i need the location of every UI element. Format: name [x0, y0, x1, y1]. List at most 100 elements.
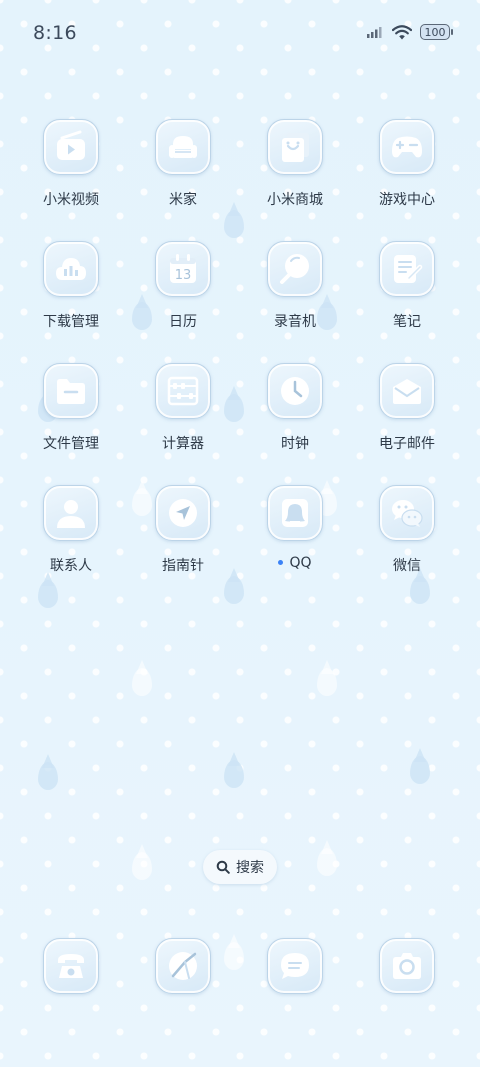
app-icon-tile[interactable] — [43, 119, 99, 175]
app-wechat[interactable]: 微信 — [351, 485, 463, 575]
app-notes[interactable]: 笔记 — [351, 241, 463, 331]
app-label: 游戏中心 — [379, 192, 435, 208]
app-file-manager[interactable]: 文件管理 — [15, 363, 127, 453]
app-label: 笔记 — [393, 314, 421, 330]
app-label: 电子邮件 — [379, 436, 435, 452]
app-label: 计算器 — [162, 436, 204, 452]
app-icon-tile[interactable] — [267, 363, 323, 419]
app-label: 时钟 — [281, 436, 309, 452]
status-time: 8:16 — [33, 22, 77, 44]
app-icon-tile[interactable] — [379, 241, 435, 297]
app-icon-tile[interactable] — [43, 485, 99, 541]
recorder-icon — [280, 254, 309, 284]
phone-icon — [58, 954, 84, 978]
app-label: 录音机 — [274, 314, 316, 330]
raindrop-decoration — [410, 576, 430, 604]
app-contacts[interactable]: 联系人 — [15, 485, 127, 575]
raindrop-decoration — [224, 576, 244, 604]
contact-icon — [57, 500, 85, 528]
app-label: 微信 — [393, 558, 421, 574]
dock-icon-tile[interactable] — [267, 938, 323, 994]
app-icon-tile[interactable] — [155, 485, 211, 541]
dock — [15, 938, 465, 998]
app-icon-tile[interactable] — [267, 119, 323, 175]
app-label: 联系人 — [50, 558, 92, 574]
app-game-center[interactable]: 游戏中心 — [351, 119, 463, 209]
raindrop-decoration — [224, 760, 244, 788]
app-icon-tile[interactable] — [155, 363, 211, 419]
gamepad-icon — [392, 136, 422, 158]
app-icon-tile[interactable] — [267, 485, 323, 541]
app-label: 小米视频 — [43, 192, 99, 208]
app-label: 米家 — [169, 192, 197, 208]
video-icon — [57, 130, 85, 160]
app-icon-tile[interactable] — [43, 363, 99, 419]
app-calculator[interactable]: 计算器 — [127, 363, 239, 453]
dock-phone[interactable] — [15, 938, 127, 994]
app-clock[interactable]: 时钟 — [239, 363, 351, 453]
messages-icon — [281, 953, 309, 979]
raindrop-decoration — [317, 668, 337, 696]
cloud-download-icon — [56, 258, 86, 280]
raindrop-decoration — [132, 668, 152, 696]
new-dot-badge — [278, 559, 284, 565]
battery-icon: 100 — [420, 24, 453, 40]
folder-icon — [57, 379, 85, 404]
app-compass[interactable]: 指南针 — [127, 485, 239, 575]
app-mi-video[interactable]: 小米视频 — [15, 119, 127, 209]
compass-icon — [169, 499, 197, 527]
shop-bag-icon — [282, 133, 309, 162]
app-icon-tile[interactable] — [43, 241, 99, 297]
raindrop-decoration — [317, 848, 337, 876]
app-mi-store[interactable]: 小米商城 — [239, 119, 351, 209]
calendar-day: 13 — [175, 268, 192, 283]
dock-messages[interactable] — [239, 938, 351, 994]
notes-icon — [394, 255, 423, 283]
app-label: 小米商城 — [267, 192, 323, 208]
wechat-icon — [392, 500, 423, 527]
app-mijia[interactable]: 米家 — [127, 119, 239, 209]
qq-icon — [282, 499, 308, 527]
abacus-icon — [167, 376, 199, 406]
raindrop-decoration — [132, 852, 152, 880]
search-button[interactable]: 搜索 — [203, 850, 277, 884]
dock-browser[interactable] — [127, 938, 239, 994]
app-icon-tile[interactable] — [379, 363, 435, 419]
wifi-icon — [392, 24, 412, 39]
app-icon-tile[interactable] — [155, 119, 211, 175]
app-label: 文件管理 — [43, 436, 99, 452]
app-icon-tile[interactable]: 13 — [155, 241, 211, 297]
search-label: 搜索 — [236, 860, 264, 876]
dock-camera[interactable] — [351, 938, 463, 994]
mail-icon — [393, 379, 421, 404]
app-label: 指南针 — [162, 558, 204, 574]
status-bar: 8:16 100 — [0, 0, 480, 68]
browser-icon — [169, 952, 197, 980]
app-icon-tile[interactable] — [379, 119, 435, 175]
app-downloads[interactable]: 下载管理 — [15, 241, 127, 331]
dock-icon-tile[interactable] — [43, 938, 99, 994]
app-recorder[interactable]: 录音机 — [239, 241, 351, 331]
clock-icon — [281, 377, 309, 405]
home-sofa-icon — [169, 136, 197, 158]
app-icon-tile[interactable] — [267, 241, 323, 297]
app-qq[interactable]: QQ — [239, 485, 351, 571]
battery-level: 100 — [424, 25, 446, 39]
app-email[interactable]: 电子邮件 — [351, 363, 463, 453]
dock-icon-tile[interactable] — [155, 938, 211, 994]
app-calendar[interactable]: 13 日历 — [127, 241, 239, 331]
raindrop-decoration — [38, 580, 58, 608]
app-label: 下载管理 — [43, 314, 99, 330]
search-icon — [216, 860, 230, 874]
raindrop-decoration — [224, 210, 244, 238]
dock-icon-tile[interactable] — [379, 938, 435, 994]
calendar-icon: 13 — [170, 254, 196, 283]
status-icons: 100 — [366, 24, 453, 40]
app-label: QQ — [239, 555, 351, 571]
signal-icon — [367, 27, 382, 38]
app-label-text: QQ — [289, 555, 312, 571]
camera-icon — [393, 953, 421, 979]
app-icon-tile[interactable] — [379, 485, 435, 541]
raindrop-decoration — [410, 756, 430, 784]
app-label: 日历 — [169, 314, 197, 330]
